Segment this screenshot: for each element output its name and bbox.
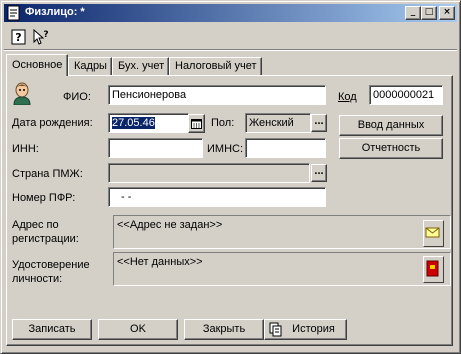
country-field[interactable]: [108, 163, 310, 183]
calendar-icon: [191, 119, 202, 129]
close-button[interactable]: ×: [439, 6, 455, 20]
document-icon: [7, 5, 20, 21]
physical-person-window: Физлицо: * _ □ × ? ? Основное Кадры Бух.…: [0, 0, 461, 354]
envelope-icon: [425, 227, 440, 238]
inn-field[interactable]: [108, 138, 203, 158]
window-title: Физлицо: *: [25, 6, 85, 18]
birth-date-field[interactable]: 27.05.46: [108, 113, 189, 133]
pfr-label: Номер ПФР:: [12, 192, 76, 204]
sex-label: Пол:: [211, 117, 235, 129]
tab-main[interactable]: Основное: [6, 54, 68, 76]
toolbar: ? ?: [4, 25, 457, 49]
person-icon: [13, 82, 31, 105]
code-label: Код: [338, 91, 357, 103]
save-button[interactable]: Записать: [12, 319, 92, 340]
fio-label: ФИО:: [63, 91, 91, 103]
reports-button[interactable]: Отчетность: [339, 138, 443, 159]
ok-button[interactable]: OK: [98, 319, 178, 340]
toolbar-separator: [4, 49, 457, 51]
tab-personnel[interactable]: Кадры: [68, 57, 112, 75]
address-label: Адрес по регистрации:: [12, 219, 79, 245]
inn-label: ИНН:: [12, 143, 39, 155]
close-form-button[interactable]: Закрыть: [184, 319, 264, 340]
id-document-label: Удостоверение личности:: [12, 259, 90, 285]
title-bar[interactable]: Физлицо: * _ □ ×: [4, 4, 457, 22]
help-icon[interactable]: ?: [10, 28, 28, 46]
code-field[interactable]: 0000000021: [369, 85, 443, 105]
tab-accounting[interactable]: Бух. учет: [112, 57, 169, 75]
address-field[interactable]: <<Адрес не задан>>: [113, 215, 451, 249]
history-button-label: История: [292, 323, 335, 335]
id-document-edit-button[interactable]: [423, 256, 444, 283]
svg-text:?: ?: [15, 31, 21, 44]
fio-field[interactable]: Пенсионерова: [108, 85, 326, 105]
tab-tax-accounting[interactable]: Налоговый учет: [169, 57, 262, 75]
code-label-text: Код: [338, 91, 357, 103]
id-document-field[interactable]: <<Нет данных>>: [113, 252, 451, 286]
country-label: Страна ПМЖ:: [12, 168, 83, 180]
passport-icon: [426, 260, 439, 277]
country-select-button[interactable]: ...: [311, 164, 327, 182]
sex-field[interactable]: Женский: [245, 113, 311, 133]
svg-text:?: ?: [43, 30, 48, 40]
data-entry-button[interactable]: Ввод данных: [339, 115, 443, 136]
minimize-button[interactable]: _: [405, 6, 421, 20]
history-icon: [269, 322, 282, 337]
history-button[interactable]: История: [264, 319, 347, 340]
whats-this-icon[interactable]: ?: [32, 28, 50, 46]
birth-date-value: 27.05.46: [112, 117, 155, 129]
imns-label: ИМНС:: [207, 143, 244, 155]
sex-select-button[interactable]: ...: [311, 114, 327, 132]
birth-date-label: Дата рождения:: [12, 117, 93, 129]
address-edit-button[interactable]: [423, 220, 444, 247]
pfr-field[interactable]: - -: [108, 187, 326, 207]
imns-field[interactable]: [245, 138, 326, 158]
maximize-button[interactable]: □: [421, 6, 437, 20]
main-tab-panel: ФИО: Пенсионерова Код 0000000021 Дата ро…: [6, 75, 453, 346]
calendar-button[interactable]: [188, 114, 205, 133]
